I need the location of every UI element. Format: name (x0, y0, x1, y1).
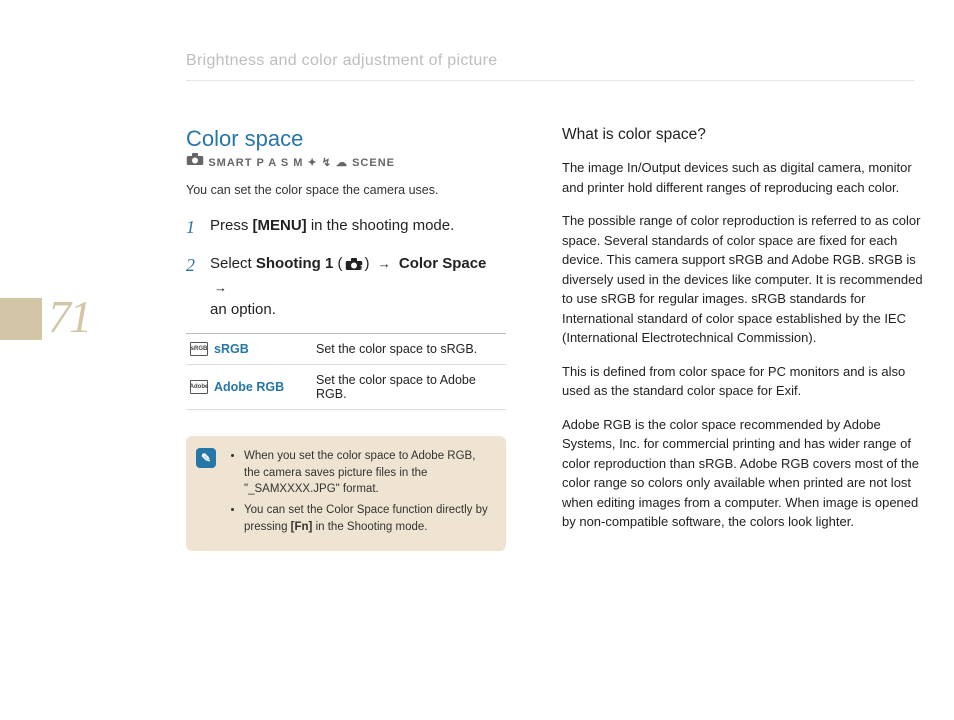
step-bold: [MENU] (253, 217, 307, 234)
camera-icon (186, 155, 208, 169)
intro-text: You can set the color space the camera u… (186, 182, 506, 200)
option-name: Adobe RGB (214, 380, 284, 394)
option-name: sRGB (214, 342, 249, 356)
option-name-cell: sRGB sRGB (186, 334, 310, 364)
adobe-rgb-icon: Adobe (190, 380, 208, 394)
right-heading: What is color space? (562, 126, 927, 144)
list-item: When you set the color space to Adobe RG… (244, 448, 492, 498)
svg-text:1: 1 (360, 264, 363, 271)
step-text: in the shooting mode. (307, 217, 455, 234)
option-desc: Set the color space to Adobe RGB. (310, 365, 506, 409)
paragraph: This is defined from color space for PC … (562, 362, 927, 401)
step-1: 1 Press [MENU] in the shooting mode. (186, 214, 506, 240)
note-text: in the Shooting mode. (312, 521, 427, 533)
step-number: 1 (186, 214, 200, 240)
step-number: 2 (186, 252, 200, 321)
page-header: Brightness and color adjustment of pictu… (186, 52, 894, 82)
paragraph: The image In/Output devices such as digi… (562, 158, 927, 197)
camera-1-icon: 1 (345, 256, 363, 278)
page-number: 71 (48, 290, 90, 343)
step-body: Press [MENU] in the shooting mode. (210, 214, 506, 240)
list-item: You can set the Color Space function dir… (244, 502, 492, 535)
options-table: sRGB sRGB Set the color space to sRGB. A… (186, 333, 506, 410)
step-text: an option. (210, 301, 276, 318)
right-column: What is color space? The image In/Output… (562, 126, 927, 532)
srgb-icon: sRGB (190, 342, 208, 356)
table-row: Adobe Adobe RGB Set the color space to A… (186, 365, 506, 410)
note-list: When you set the color space to Adobe RG… (228, 448, 492, 535)
arrow-icon: → (378, 255, 391, 274)
step-bold: Shooting 1 (256, 255, 334, 272)
steps: 1 Press [MENU] in the shooting mode. 2 S… (186, 214, 506, 321)
note-bold: [Fn] (291, 521, 313, 533)
page-number-tab (0, 298, 42, 340)
step-text: ( (333, 255, 342, 272)
step-2: 2 Select Shooting 1 (1) → Color Space → … (186, 252, 506, 321)
option-name-cell: Adobe Adobe RGB (186, 365, 310, 409)
note-icon: ✎ (196, 448, 216, 468)
arrow-icon: → (214, 279, 227, 298)
step-bold: Color Space (399, 255, 487, 272)
header-rule (186, 80, 914, 81)
step-text: ) (365, 255, 374, 272)
step-text: Press (210, 217, 253, 234)
mode-strip: SMART P A S M ✦ ↯ ☁ SCENE (186, 152, 395, 169)
note-box: ✎ When you set the color space to Adobe … (186, 436, 506, 551)
mode-strip-text: SMART P A S M ✦ ↯ ☁ SCENE (208, 157, 395, 169)
paragraph: The possible range of color reproduction… (562, 211, 927, 348)
step-body: Select Shooting 1 (1) → Color Space → an… (210, 252, 506, 321)
step-text: Select (210, 255, 256, 272)
section-title: Color space (186, 126, 303, 152)
title-row: Color space SMART P A S M ✦ ↯ ☁ SCENE (186, 126, 506, 174)
option-desc: Set the color space to sRGB. (310, 334, 506, 364)
paragraph: Adobe RGB is the color space recommended… (562, 415, 927, 532)
table-row: sRGB sRGB Set the color space to sRGB. (186, 334, 506, 365)
note-text: When you set the color space to Adobe RG… (244, 450, 475, 495)
left-column: Color space SMART P A S M ✦ ↯ ☁ SCENE Yo… (186, 126, 506, 551)
